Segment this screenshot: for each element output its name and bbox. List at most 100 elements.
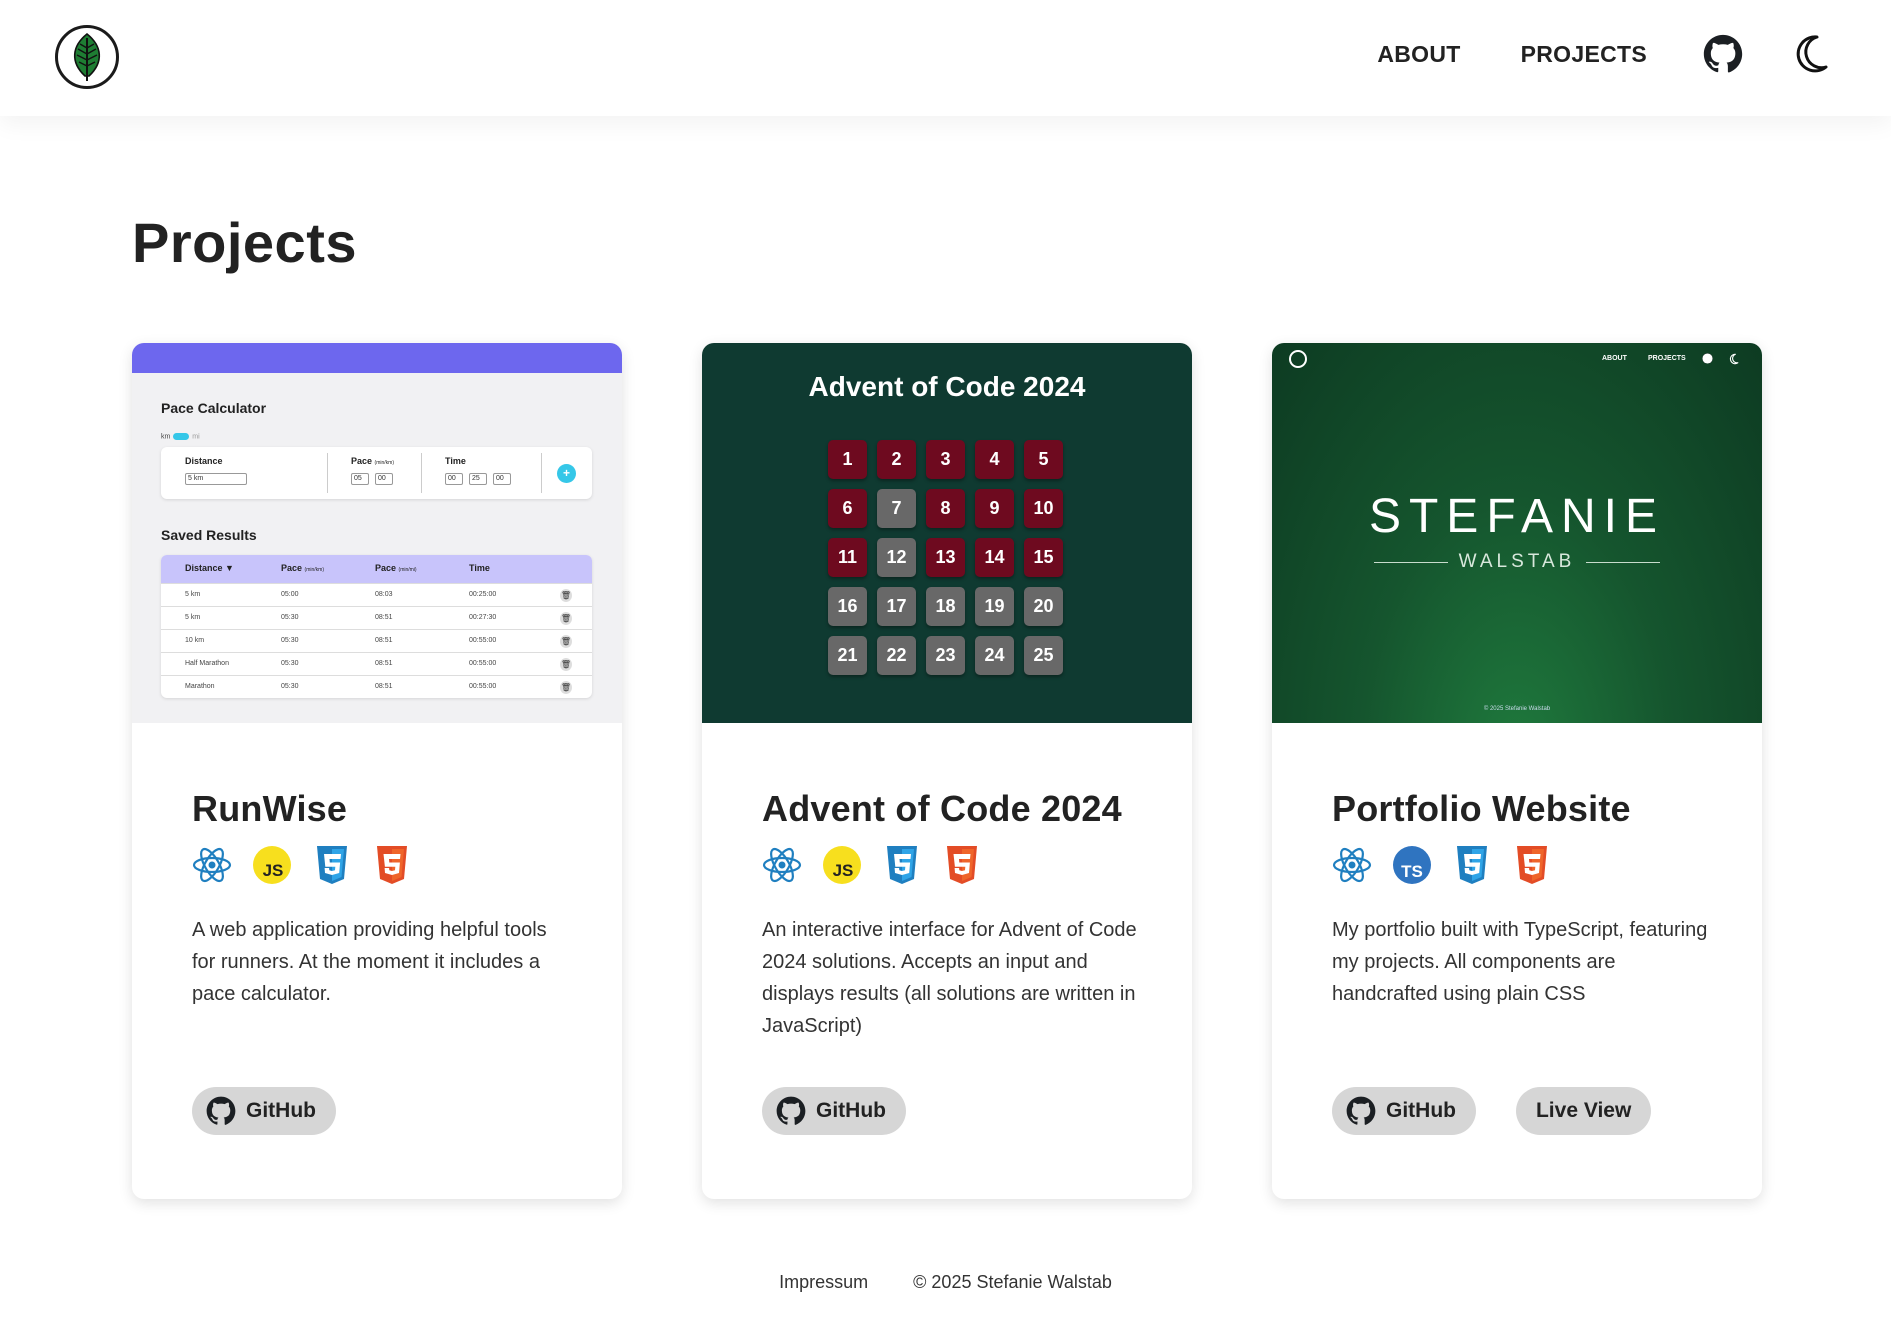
preview-unit-toggle: km mi (161, 433, 200, 441)
trash-icon: 🗑 (560, 658, 572, 671)
preview-table-body: 5 km 05:00 08:03 00:25:00 🗑 5 km 05:30 08:51 00:… (161, 583, 592, 698)
live-view-button[interactable]: Live View (1515, 1087, 1652, 1135)
github-button[interactable]: GitHub (192, 1087, 336, 1135)
preview-th-pace-mi: Pace (min/mi) (375, 563, 417, 573)
html5-icon (942, 844, 982, 886)
github-button[interactable]: GitHub (1332, 1087, 1476, 1135)
tech-stack (762, 844, 1142, 886)
preview-distance-select: 5 km (185, 473, 247, 485)
advent-day-tile: 4 (975, 440, 1014, 479)
preview-pace-label: Pace (min/km) (351, 456, 394, 466)
preview-table-row: 5 km 05:30 08:51 00:27:30 🗑 (161, 606, 592, 629)
project-card-runwise: Pace Calculator km mi Distance 5 km Pace… (132, 343, 622, 1199)
preview-table-cell: 05:30 (281, 614, 299, 621)
preview-title: Pace Calculator (161, 400, 267, 416)
preview-table-cell: 08:51 (375, 637, 393, 644)
preview-table-cell: 00:55:00 (469, 660, 497, 667)
preview-nav-about: ABOUT (1602, 355, 1627, 362)
preview-logo-icon (1289, 350, 1307, 368)
card-body: Portfolio Website My portfolio built wit… (1332, 788, 1712, 1010)
preview-table-cell: 5 km (185, 614, 201, 621)
portfolio-preview-image: ABOUT PROJECTS STEFANIE WALSTAB © 2025 S… (1272, 343, 1762, 723)
main-nav: ABOUT PROJECTS (1377, 34, 1829, 74)
advent-day-grid: 1 2 3 4 5 6 7 8 9 10 11 12 13 14 15 16 17 18 19 20 21 22 23 24 2… (828, 440, 1063, 675)
advent-day-tile: 3 (926, 440, 965, 479)
nav-about-link[interactable]: ABOUT (1377, 41, 1460, 68)
preview-table-header: Distance ▼ Pace (min/km) Pace (min/mi) T… (161, 555, 592, 583)
project-description: A web application providing helpful tool… (192, 919, 547, 1005)
tech-stack (192, 844, 572, 886)
advent-day-tile: 15 (1024, 538, 1063, 577)
preview-table-cell: Half Marathon (185, 660, 229, 667)
github-icon (1346, 1096, 1376, 1126)
preview-table-cell: 08:51 (375, 614, 393, 621)
preview-table-row: Marathon 05:30 08:51 00:55:00 🗑 (161, 675, 592, 698)
preview-table-row: Half Marathon 05:30 08:51 00:55:00 🗑 (161, 652, 592, 675)
advent-day-tile: 18 (926, 587, 965, 626)
preview-saved-title: Saved Results (161, 527, 257, 543)
impressum-link[interactable]: Impressum (779, 1272, 868, 1293)
nav-projects-link[interactable]: PROJECTS (1521, 41, 1647, 68)
css3-icon (312, 844, 352, 886)
preview-table-cell: 05:30 (281, 637, 299, 644)
project-description: An interactive interface for Advent of C… (762, 919, 1137, 1037)
advent-day-tile: 24 (975, 636, 1014, 675)
advent-day-tile: 20 (1024, 587, 1063, 626)
preview-pace-min: 05 (351, 473, 369, 485)
github-button[interactable]: GitHub (762, 1087, 906, 1135)
runwise-preview-image: Pace Calculator km mi Distance 5 km Pace… (132, 343, 622, 723)
preview-table-cell: 00:55:00 (469, 683, 497, 690)
advent-day-tile: 22 (877, 636, 916, 675)
divider (327, 453, 328, 493)
advent-day-tile: 9 (975, 489, 1014, 528)
preview-time-m: 25 (469, 473, 487, 485)
preview-add-icon: + (557, 464, 576, 483)
preview-title: Advent of Code 2024 (808, 371, 1086, 402)
card-body: Advent of Code 2024 An interactive inter… (762, 788, 1142, 1042)
github-icon[interactable] (1703, 34, 1743, 74)
css3-icon (1452, 844, 1492, 886)
card-actions: GitHub Live View (1332, 1087, 1652, 1135)
preview-hero-name: STEFANIE (1368, 490, 1666, 543)
button-label: GitHub (1386, 1099, 1456, 1122)
trash-icon: 🗑 (560, 635, 572, 648)
react-icon (192, 844, 232, 886)
site-footer: Impressum © 2025 Stefanie Walstab (0, 1272, 1891, 1293)
preview-table-cell: 08:51 (375, 683, 393, 690)
javascript-icon (252, 844, 292, 886)
leaf-logo-icon[interactable] (54, 24, 120, 90)
github-icon (206, 1096, 236, 1126)
page-title: Projects (132, 211, 357, 274)
advent-day-tile: 25 (1024, 636, 1063, 675)
advent-preview-image: Advent of Code 2024 1 2 3 4 5 6 7 8 9 10 11 12 13 14 1… (702, 343, 1192, 723)
css3-icon (882, 844, 922, 886)
preview-time-label: Time (445, 456, 466, 466)
advent-day-tile: 21 (828, 636, 867, 675)
advent-day-tile: 12 (877, 538, 916, 577)
preview-github-icon (1702, 353, 1713, 364)
preview-pace-sec: 00 (375, 473, 393, 485)
github-icon (776, 1096, 806, 1126)
divider (421, 453, 422, 493)
project-title: Advent of Code 2024 (762, 788, 1122, 829)
card-body: RunWise A web application providing help… (192, 788, 572, 1010)
preview-table-cell: 05:30 (281, 660, 299, 667)
typescript-icon (1392, 844, 1432, 886)
preview-table-cell: 05:00 (281, 591, 299, 598)
trash-icon: 🗑 (560, 612, 572, 625)
button-label: Live View (1535, 1099, 1632, 1122)
html5-icon (372, 844, 412, 886)
preview-table-row: 5 km 05:00 08:03 00:25:00 🗑 (161, 583, 592, 606)
preview-moon-icon (1729, 353, 1739, 365)
footer-copyright: © 2025 Stefanie Walstab (913, 1272, 1112, 1292)
preview-nav-projects: PROJECTS (1648, 355, 1686, 362)
project-card-portfolio: ABOUT PROJECTS STEFANIE WALSTAB © 2025 S… (1272, 343, 1762, 1199)
preview-header-bar (132, 343, 622, 373)
preview-table-cell: 00:55:00 (469, 637, 497, 644)
dark-mode-moon-icon[interactable] (1793, 34, 1829, 74)
button-label: GitHub (816, 1099, 886, 1122)
react-icon (1332, 844, 1372, 886)
advent-day-tile: 23 (926, 636, 965, 675)
project-title: Portfolio Website (1332, 788, 1631, 829)
button-label: GitHub (246, 1099, 316, 1122)
